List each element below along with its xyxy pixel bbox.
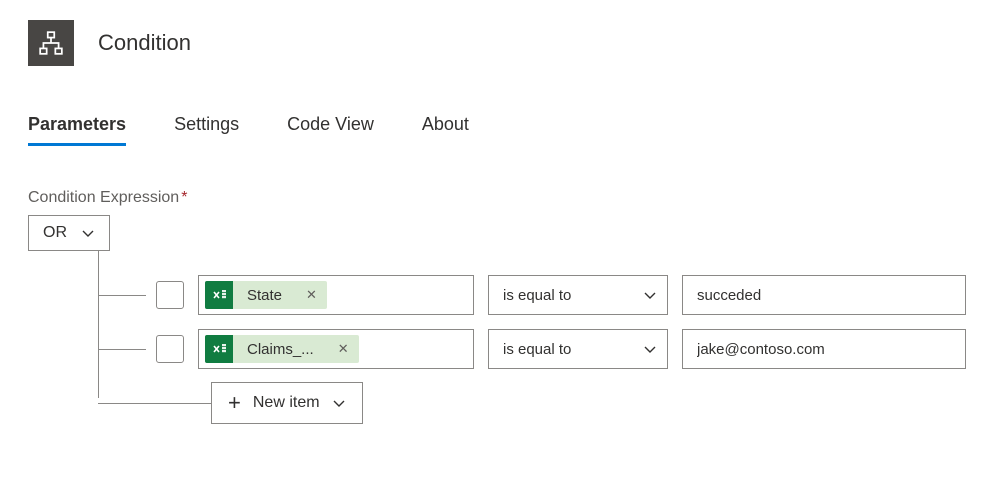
excel-icon: [205, 335, 233, 363]
operator-dropdown[interactable]: is equal to: [488, 329, 668, 369]
condition-row: Claims_... ✕ is equal to: [28, 325, 966, 373]
group-operator-label: OR: [43, 224, 67, 242]
condition-icon: [28, 20, 74, 66]
row-checkbox[interactable]: [156, 281, 184, 309]
new-item-label: New item: [253, 394, 320, 412]
chevron-down-icon: [332, 396, 346, 410]
chevron-down-icon: [643, 342, 657, 356]
plus-icon: +: [228, 392, 241, 414]
tree-branch-line: [98, 349, 146, 350]
excel-icon: [205, 281, 233, 309]
token-remove-button[interactable]: ✕: [296, 287, 327, 303]
token-label: State: [233, 287, 296, 304]
section-label-text: Condition Expression: [28, 189, 179, 206]
token-label: Claims_...: [233, 341, 328, 358]
required-indicator: *: [181, 189, 187, 206]
token-remove-button[interactable]: ✕: [328, 341, 359, 357]
dynamic-content-token: State ✕: [205, 281, 327, 309]
tab-bar: Parameters Settings Code View About: [28, 114, 966, 147]
new-item-button[interactable]: + New item: [211, 382, 363, 424]
card-header: Condition: [28, 20, 966, 66]
tab-settings[interactable]: Settings: [174, 114, 239, 146]
dynamic-content-token: Claims_... ✕: [205, 335, 359, 363]
operand-field[interactable]: Claims_... ✕: [198, 329, 474, 369]
operator-label: is equal to: [503, 341, 571, 358]
tab-code-view[interactable]: Code View: [287, 114, 374, 146]
tree-branch-line: [98, 403, 211, 404]
new-item-row: + New item: [28, 379, 966, 427]
chevron-down-icon: [643, 288, 657, 302]
row-checkbox[interactable]: [156, 335, 184, 363]
chevron-down-icon: [81, 226, 95, 240]
card-title: Condition: [98, 30, 191, 56]
condition-row: State ✕ is equal to: [28, 271, 966, 319]
section-label: Condition Expression*: [28, 189, 966, 207]
tab-parameters[interactable]: Parameters: [28, 114, 126, 146]
tab-about[interactable]: About: [422, 114, 469, 146]
operator-label: is equal to: [503, 287, 571, 304]
value-input[interactable]: [682, 275, 966, 315]
operand-field[interactable]: State ✕: [198, 275, 474, 315]
value-input[interactable]: [682, 329, 966, 369]
tree-branch-line: [98, 295, 146, 296]
group-operator-dropdown[interactable]: OR: [28, 215, 110, 251]
condition-tree: State ✕ is equal to: [28, 251, 966, 427]
operator-dropdown[interactable]: is equal to: [488, 275, 668, 315]
